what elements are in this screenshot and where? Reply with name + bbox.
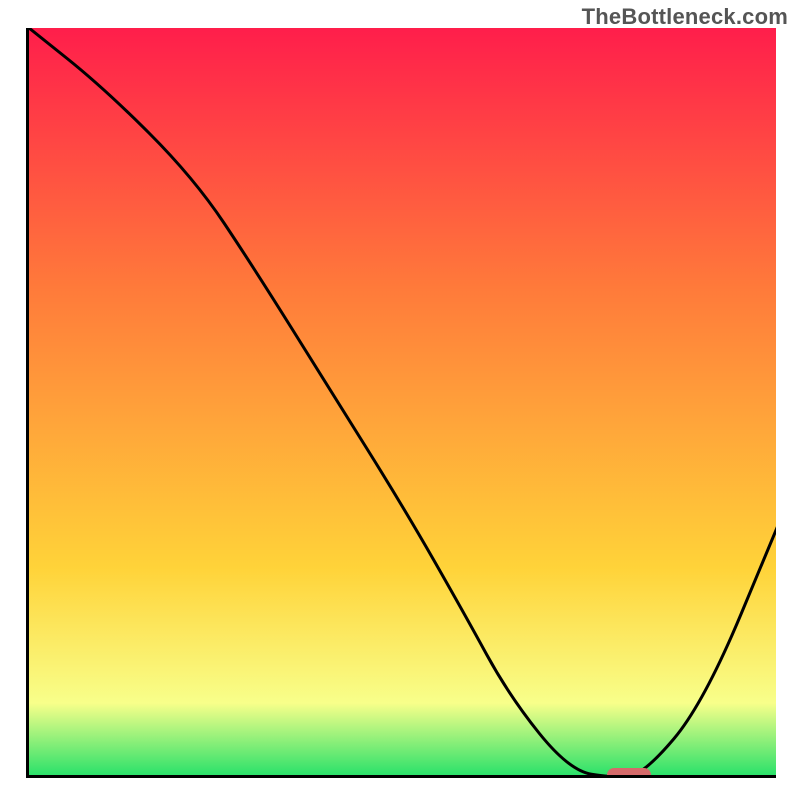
plot-area	[26, 28, 776, 778]
optimal-marker	[607, 768, 651, 778]
bottleneck-curve	[29, 28, 776, 778]
watermark-text: TheBottleneck.com	[582, 4, 788, 30]
chart-frame: TheBottleneck.com	[0, 0, 800, 800]
